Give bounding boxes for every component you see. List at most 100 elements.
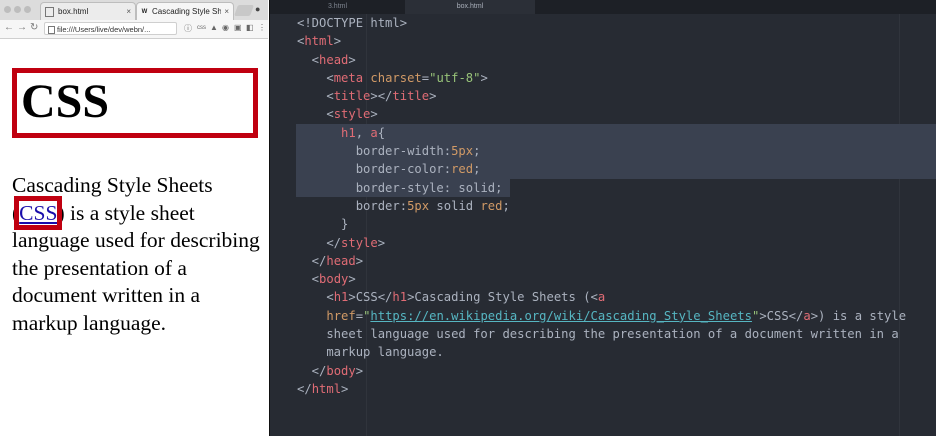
browser-tab-label: Cascading Style Sheets bbox=[152, 7, 221, 16]
code-token: charset bbox=[370, 70, 422, 85]
code-token: 5px bbox=[451, 144, 474, 159]
code-token: < bbox=[297, 52, 320, 67]
code-token: sheet language used for describing the p… bbox=[297, 327, 899, 342]
css-extension-icon[interactable]: css bbox=[197, 25, 206, 31]
browser-tab-label: box.html bbox=[58, 7, 89, 16]
code-token: markup language. bbox=[297, 345, 444, 360]
extension-icon[interactable]: ▲ bbox=[210, 23, 218, 32]
extension-icon[interactable]: ◧ bbox=[246, 23, 254, 32]
code-token: html bbox=[311, 381, 342, 396]
code-token: red bbox=[451, 162, 474, 177]
back-arrow-icon[interactable]: ← bbox=[4, 22, 14, 33]
code-token: >CSS</ bbox=[759, 308, 804, 323]
browser-tab-bar: box.html × W Cascading Style Sheets × ● bbox=[0, 0, 268, 21]
code-token: <!DOCTYPE html> bbox=[297, 16, 408, 30]
address-text: file:///Users/live/dev/webn/... bbox=[57, 25, 151, 34]
code-token: > bbox=[348, 272, 356, 287]
info-icon[interactable]: ⓘ bbox=[184, 23, 192, 34]
code-token: title bbox=[392, 89, 430, 104]
code-token: </ bbox=[297, 253, 327, 268]
close-icon[interactable]: × bbox=[126, 7, 131, 16]
menu-kebab-icon[interactable]: ⋮ bbox=[258, 23, 266, 32]
code-token: > bbox=[341, 381, 349, 396]
code-token: head bbox=[319, 52, 349, 67]
forward-arrow-icon[interactable]: → bbox=[17, 22, 27, 33]
browser-toolbar: ← → ↻ file:///Users/live/dev/webn/... ⓘ … bbox=[0, 20, 268, 39]
code-token: 5px bbox=[407, 198, 430, 213]
code-token: < bbox=[297, 107, 334, 122]
code-line: href="https://en.wikipedia.org/wiki/Casc… bbox=[297, 307, 906, 325]
code-token: h1 bbox=[333, 290, 349, 305]
code-line: <title></title> bbox=[297, 87, 906, 105]
code-line: <!DOCTYPE html> bbox=[297, 14, 906, 32]
extension-icon[interactable]: ▣ bbox=[234, 23, 242, 32]
code-token: >CSS</ bbox=[348, 290, 393, 305]
code-line: </head> bbox=[297, 252, 906, 270]
code-token: >Cascading Style Sheets (< bbox=[407, 290, 598, 305]
css-link[interactable]: CSS bbox=[14, 195, 63, 230]
code-token: > bbox=[377, 235, 386, 250]
code-line: border-color:red; bbox=[297, 160, 906, 178]
code-token: solid bbox=[429, 198, 481, 213]
code-token: h1 bbox=[392, 290, 408, 305]
address-bar[interactable]: file:///Users/live/dev/webn/... bbox=[44, 22, 177, 35]
code-token: > bbox=[355, 363, 364, 378]
code-line: markup language. bbox=[297, 343, 906, 361]
code-line: <style> bbox=[297, 105, 906, 123]
code-line: <h1>CSS</h1>Cascading Style Sheets (<a bbox=[297, 288, 906, 306]
code-line: sheet language used for describing the p… bbox=[297, 325, 906, 343]
code-token: html bbox=[304, 34, 334, 49]
code-token: href bbox=[326, 308, 356, 323]
extension-icon[interactable]: ◉ bbox=[222, 23, 229, 32]
close-window-dot[interactable] bbox=[4, 6, 11, 13]
editor-tab-bar: 3.html box.html bbox=[270, 0, 936, 14]
code-token: < bbox=[297, 70, 334, 85]
editor-tab-box-html[interactable]: box.html bbox=[405, 0, 535, 14]
code-token: > bbox=[429, 89, 437, 104]
code-token: </ bbox=[297, 363, 327, 378]
code-token: a bbox=[370, 125, 378, 140]
reload-icon[interactable]: ↻ bbox=[30, 22, 38, 33]
code-token: a bbox=[803, 308, 811, 323]
code-token: = bbox=[355, 308, 364, 323]
code-area[interactable]: <!DOCTYPE html> <html> <head> <meta chars… bbox=[297, 14, 906, 398]
zoom-window-dot[interactable] bbox=[24, 6, 31, 13]
new-tab-button[interactable] bbox=[233, 5, 255, 16]
browser-tab-box-html[interactable]: box.html × bbox=[40, 2, 136, 20]
code-line: </body> bbox=[297, 362, 906, 380]
code-line: border-width:5px; bbox=[297, 142, 906, 160]
profile-icon[interactable]: ● bbox=[255, 4, 260, 14]
code-token: meta bbox=[333, 70, 364, 85]
code-token: > bbox=[355, 253, 364, 268]
browser-tab-wikipedia[interactable]: W Cascading Style Sheets × bbox=[136, 2, 234, 20]
code-token: < bbox=[297, 290, 334, 305]
page-icon bbox=[45, 6, 54, 17]
minimize-window-dot[interactable] bbox=[14, 6, 21, 13]
code-token: border-width: bbox=[355, 144, 452, 159]
code-token: "utf-8" bbox=[429, 70, 481, 85]
code-token: border-color: bbox=[355, 162, 452, 177]
code-token: https://en.wikipedia.org/wiki/Cascading_… bbox=[370, 308, 752, 323]
code-line: </style> bbox=[297, 234, 906, 252]
code-token: } bbox=[297, 217, 349, 232]
code-token: border: bbox=[355, 198, 408, 213]
code-token: >) is a style bbox=[810, 308, 907, 323]
code-token: title bbox=[333, 89, 371, 104]
editor-tab-3-html[interactable]: 3.html bbox=[270, 0, 405, 14]
code-line: <meta charset="utf-8"> bbox=[297, 69, 906, 87]
code-token: < bbox=[297, 272, 320, 287]
page-icon bbox=[48, 26, 55, 34]
code-token: ; bbox=[473, 162, 481, 177]
code-token: ; bbox=[473, 144, 481, 159]
code-token: </ bbox=[297, 235, 342, 250]
code-token: > bbox=[370, 107, 378, 122]
code-token: , bbox=[355, 125, 371, 140]
close-icon[interactable]: × bbox=[224, 7, 229, 16]
code-editor: 3.html box.html <!DOCTYPE html> <html> <h… bbox=[269, 0, 936, 436]
code-line: h1, a{ bbox=[297, 124, 906, 142]
